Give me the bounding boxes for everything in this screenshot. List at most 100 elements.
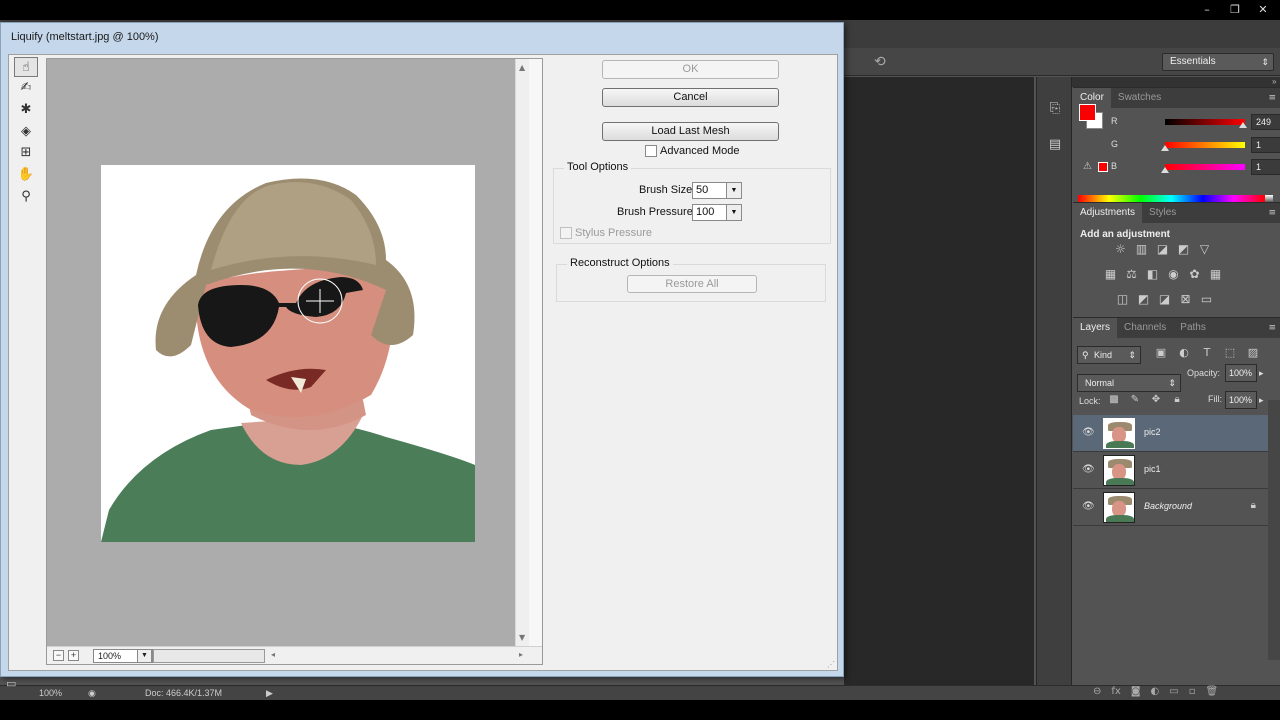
forward-warp-tool-icon[interactable]: ☝ <box>14 57 38 77</box>
opacity-field[interactable]: 100% <box>1225 364 1257 382</box>
link-layers-icon[interactable]: ⊖ <box>1093 686 1101 700</box>
layer-row-pic1[interactable]: 👁︎ pic1 <box>1073 452 1268 489</box>
foreground-color-swatch[interactable] <box>1079 104 1096 121</box>
channel-mixer-icon[interactable]: ✿ <box>1187 267 1202 282</box>
restore-all-button[interactable]: Restore All <box>627 275 757 293</box>
hue-saturation-icon[interactable]: ▦ <box>1103 267 1118 282</box>
bloat-tool-icon[interactable]: ◈ <box>14 122 38 142</box>
delete-layer-icon[interactable]: 🗑︎ <box>1206 686 1219 700</box>
blend-mode-select[interactable]: Normal ⇕ <box>1077 374 1181 392</box>
opacity-dropdown-icon[interactable]: ▸ <box>1259 368 1264 379</box>
blue-slider[interactable] <box>1165 164 1245 170</box>
zoom-dropdown-button[interactable]: ▼ <box>137 649 152 663</box>
layers-scrollbar[interactable] <box>1268 400 1280 660</box>
invert-icon[interactable]: ◫ <box>1115 292 1130 307</box>
workspace-select[interactable]: Essentials ⇕ <box>1162 53 1274 71</box>
zoom-tool-icon[interactable]: ⚲ <box>14 187 38 207</box>
exposure-icon[interactable]: ◩ <box>1176 242 1191 257</box>
scroll-right-icon[interactable]: ▸ <box>519 650 523 659</box>
tab-adjustments[interactable]: Adjustments <box>1073 203 1143 223</box>
green-slider[interactable] <box>1165 142 1245 148</box>
lock-all-icon[interactable]: 🔒︎ <box>1170 394 1184 408</box>
green-slider-knob[interactable] <box>1161 145 1169 151</box>
tab-paths[interactable]: Paths <box>1173 318 1213 338</box>
reconstruct-tool-icon[interactable]: ✍ <box>14 78 38 98</box>
advanced-mode-checkbox[interactable] <box>645 145 657 157</box>
status-info-icon[interactable]: ◉ <box>88 688 96 699</box>
stylus-pressure-checkbox[interactable] <box>560 227 572 239</box>
new-group-icon[interactable]: ▭ <box>1169 686 1178 700</box>
layer-row-background[interactable]: 👁︎ Background 🔒︎ <box>1073 489 1268 526</box>
adjustment-layer-filter-icon[interactable]: ◐ <box>1176 346 1192 362</box>
blue-slider-knob[interactable] <box>1161 167 1169 173</box>
lock-image-icon[interactable]: ✎ <box>1128 394 1142 408</box>
hand-tool-icon[interactable]: ✋ <box>14 165 38 185</box>
green-value-field[interactable]: 1 <box>1251 137 1280 153</box>
smart-object-filter-icon[interactable]: ▨ <box>1245 346 1261 362</box>
new-layer-icon[interactable]: ▫ <box>1189 686 1196 700</box>
minimize-button[interactable]: – <box>1196 2 1218 18</box>
properties-icon[interactable]: ▤ <box>1046 137 1064 155</box>
visibility-eye-icon[interactable]: 👁︎ <box>1082 464 1095 475</box>
scroll-down-icon[interactable]: ▼ <box>519 633 525 642</box>
tab-channels[interactable]: Channels <box>1117 318 1173 338</box>
levels-icon[interactable]: ▥ <box>1134 242 1149 257</box>
curves-icon[interactable]: ◪ <box>1155 242 1170 257</box>
add-mask-icon[interactable]: ◙ <box>1131 686 1141 700</box>
rotate-reset-icon[interactable]: ⟲ <box>874 54 892 70</box>
adjustment-layer-icon[interactable]: ◐ <box>1151 686 1160 700</box>
gradient-map-icon[interactable]: ▭ <box>1199 292 1214 307</box>
color-balance-icon[interactable]: ⚖ <box>1124 267 1139 282</box>
visibility-eye-icon[interactable]: 👁︎ <box>1082 427 1095 438</box>
brush-size-field[interactable]: 50 ▼ <box>692 182 742 199</box>
brush-size-dropdown-icon[interactable]: ▼ <box>726 183 741 198</box>
push-left-tool-icon[interactable]: ⊞ <box>14 143 38 163</box>
gamut-swatch[interactable] <box>1098 162 1108 172</box>
red-slider-knob[interactable] <box>1239 122 1247 128</box>
black-white-icon[interactable]: ◧ <box>1145 267 1160 282</box>
layer-row-pic2[interactable]: 👁︎ pic2 <box>1073 415 1268 452</box>
scroll-left-icon[interactable]: ◂ <box>271 650 275 659</box>
close-button[interactable]: ✕ <box>1252 2 1274 18</box>
lock-transparency-icon[interactable]: ▩ <box>1107 394 1121 408</box>
shape-layer-filter-icon[interactable]: ⬚ <box>1222 346 1238 362</box>
color-lookup-icon[interactable]: ▦ <box>1208 267 1223 282</box>
panel-menu-icon[interactable]: ≡ <box>1268 323 1276 333</box>
brush-pressure-field[interactable]: 100 ▼ <box>692 204 742 221</box>
horizontal-scroll-thumb[interactable] <box>153 649 265 663</box>
fill-dropdown-icon[interactable]: ▸ <box>1259 395 1264 406</box>
lock-position-icon[interactable]: ✥ <box>1149 394 1163 408</box>
out-of-gamut-warning-icon[interactable]: ⚠ <box>1083 161 1092 172</box>
brightness-icon[interactable]: ☼ <box>1113 242 1128 257</box>
history-icon[interactable]: ⎘ <box>1046 101 1064 119</box>
blue-value-field[interactable]: 1 <box>1251 159 1280 175</box>
posterize-icon[interactable]: ◩ <box>1136 292 1151 307</box>
layer-style-icon[interactable]: fx <box>1111 686 1120 700</box>
scroll-up-icon[interactable]: ▲ <box>519 63 525 72</box>
restore-button[interactable]: ❐ <box>1224 2 1246 18</box>
panel-menu-icon[interactable]: ≡ <box>1268 208 1276 218</box>
load-last-mesh-button[interactable]: Load Last Mesh <box>602 122 779 141</box>
tab-styles[interactable]: Styles <box>1142 203 1183 223</box>
tab-layers[interactable]: Layers <box>1073 318 1118 338</box>
threshold-icon[interactable]: ◪ <box>1157 292 1172 307</box>
selective-color-icon[interactable]: ⊠ <box>1178 292 1193 307</box>
ok-button[interactable]: OK <box>602 60 779 79</box>
preview-vertical-scrollbar[interactable]: ▲ ▼ <box>515 59 529 646</box>
status-menu-arrow-icon[interactable]: ▶ <box>266 688 273 699</box>
zoom-out-button[interactable]: − <box>53 650 64 661</box>
red-slider[interactable] <box>1165 119 1245 125</box>
resize-grip-icon[interactable]: ⋰ <box>827 660 835 669</box>
pucker-tool-icon[interactable]: ✱ <box>14 100 38 120</box>
collapse-right-icon[interactable]: » <box>1272 77 1276 86</box>
red-value-field[interactable]: 249 <box>1251 114 1280 130</box>
cancel-button[interactable]: Cancel <box>602 88 779 107</box>
fill-field[interactable]: 100% <box>1225 391 1257 409</box>
zoom-in-button[interactable]: + <box>68 650 79 661</box>
layer-filter-select[interactable]: ⚲ Kind ⇕ <box>1077 346 1141 364</box>
photo-filter-icon[interactable]: ◉ <box>1166 267 1181 282</box>
liquify-preview-canvas[interactable]: ▲ ▼ <box>47 59 529 646</box>
pixel-layer-filter-icon[interactable]: ▣ <box>1153 346 1169 362</box>
screen-mode-icon[interactable]: ▭ <box>6 677 24 691</box>
brush-pressure-dropdown-icon[interactable]: ▼ <box>726 205 741 220</box>
